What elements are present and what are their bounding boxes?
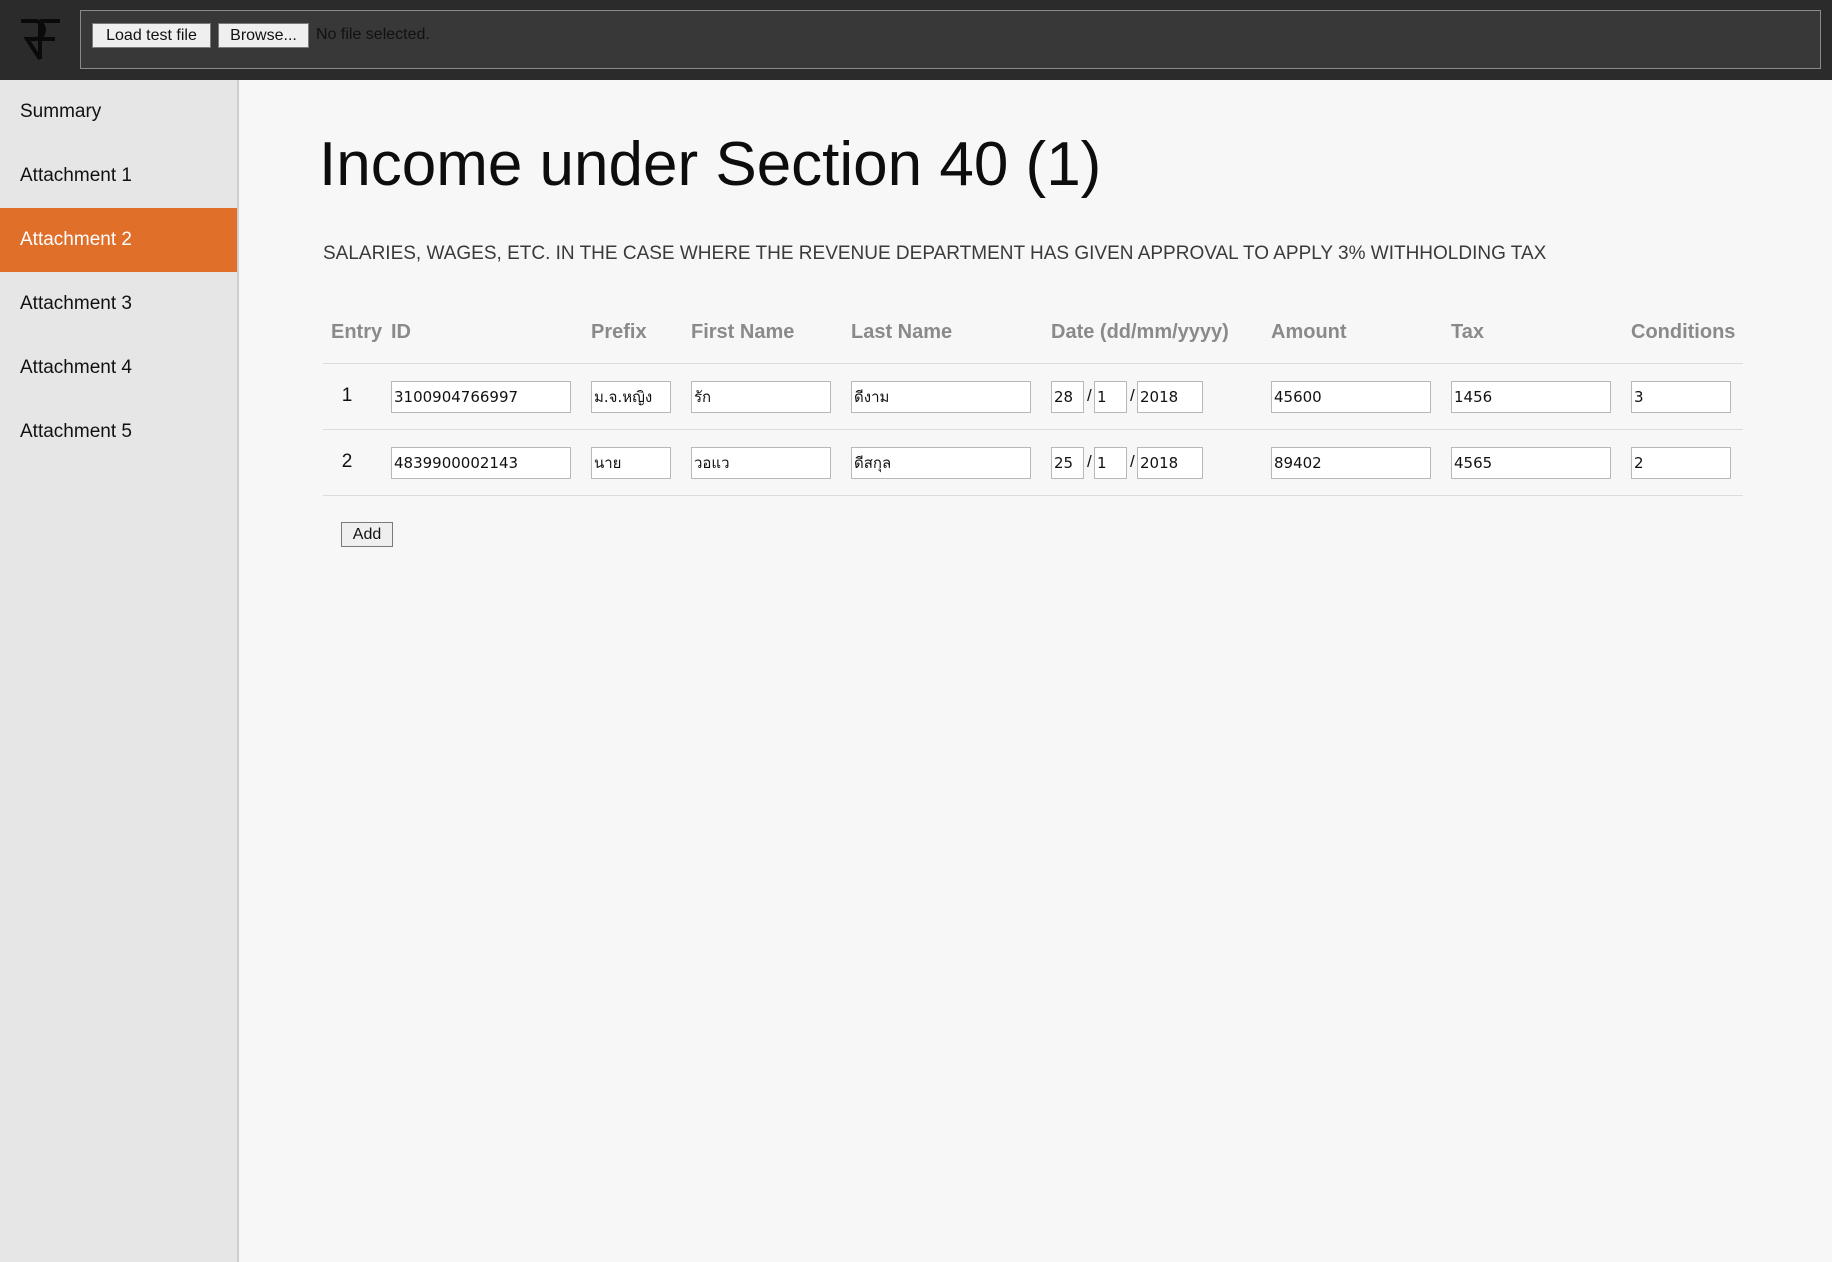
date-year-input[interactable]	[1137, 447, 1203, 479]
tax-input[interactable]	[1451, 381, 1611, 413]
date-day-input[interactable]	[1051, 447, 1084, 479]
id-input[interactable]	[391, 447, 571, 479]
first-name-input[interactable]	[691, 447, 831, 479]
column-header-amount: Amount	[1271, 321, 1347, 343]
column-header-conditions: Conditions	[1631, 321, 1736, 343]
table-header: Entry ID Prefix First Name Last Name Dat…	[323, 298, 1743, 364]
column-header-first-name: First Name	[691, 321, 795, 343]
load-test-file-button[interactable]: Load test file	[92, 23, 211, 48]
income-table: Entry ID Prefix First Name Last Name Dat…	[323, 298, 1743, 562]
prefix-input[interactable]	[591, 381, 671, 413]
last-name-input[interactable]	[851, 381, 1031, 413]
sidebar-item-attachment-5[interactable]: Attachment 5	[0, 400, 237, 464]
sidebar-item-attachment-2[interactable]: Attachment 2	[0, 208, 237, 272]
date-day-input[interactable]	[1051, 381, 1084, 413]
sidebar: Summary Attachment 1 Attachment 2 Attach…	[0, 80, 239, 1262]
prefix-input[interactable]	[591, 447, 671, 479]
id-input[interactable]	[391, 381, 571, 413]
main-content: Income under Section 40 (1) SALARIES, WA…	[241, 80, 1832, 1262]
column-header-id: ID	[391, 321, 411, 343]
amount-input[interactable]	[1271, 381, 1431, 413]
date-month-input[interactable]	[1094, 381, 1127, 413]
sidebar-item-attachment-4[interactable]: Attachment 4	[0, 336, 237, 400]
date-separator: /	[1087, 452, 1092, 471]
date-separator: /	[1130, 452, 1135, 471]
date-separator: /	[1087, 386, 1092, 405]
first-name-input[interactable]	[691, 381, 831, 413]
table-row: 1 / /	[323, 364, 1743, 430]
sidebar-item-attachment-1[interactable]: Attachment 1	[0, 144, 237, 208]
column-header-prefix: Prefix	[591, 321, 647, 343]
sidebar-item-summary[interactable]: Summary	[0, 80, 237, 144]
page-title: Income under Section 40 (1)	[319, 130, 1102, 199]
entry-number: 1	[341, 385, 353, 406]
add-entry-button[interactable]: Add	[341, 522, 393, 547]
column-header-tax: Tax	[1451, 321, 1484, 343]
page-subtitle: SALARIES, WAGES, ETC. IN THE CASE WHERE …	[323, 243, 1547, 264]
add-area: Add	[323, 522, 1743, 562]
tax-input[interactable]	[1451, 447, 1611, 479]
entry-number: 2	[341, 451, 353, 472]
amount-input[interactable]	[1271, 447, 1431, 479]
file-status-text: No file selected.	[316, 26, 430, 43]
table-row: 2 / /	[323, 430, 1743, 496]
column-header-last-name: Last Name	[851, 321, 953, 343]
column-header-entry: Entry	[331, 321, 383, 343]
date-separator: /	[1130, 386, 1135, 405]
conditions-input[interactable]	[1631, 447, 1731, 479]
date-year-input[interactable]	[1137, 381, 1203, 413]
date-month-input[interactable]	[1094, 447, 1127, 479]
conditions-input[interactable]	[1631, 381, 1731, 413]
browse-button[interactable]: Browse...	[218, 23, 309, 48]
file-loader-bar: Load test file Browse... No file selecte…	[80, 10, 1821, 69]
app-logo-icon	[18, 18, 64, 62]
last-name-input[interactable]	[851, 447, 1031, 479]
top-bar: Load test file Browse... No file selecte…	[0, 0, 1832, 80]
column-header-date: Date (dd/mm/yyyy)	[1051, 321, 1229, 343]
sidebar-item-attachment-3[interactable]: Attachment 3	[0, 272, 237, 336]
